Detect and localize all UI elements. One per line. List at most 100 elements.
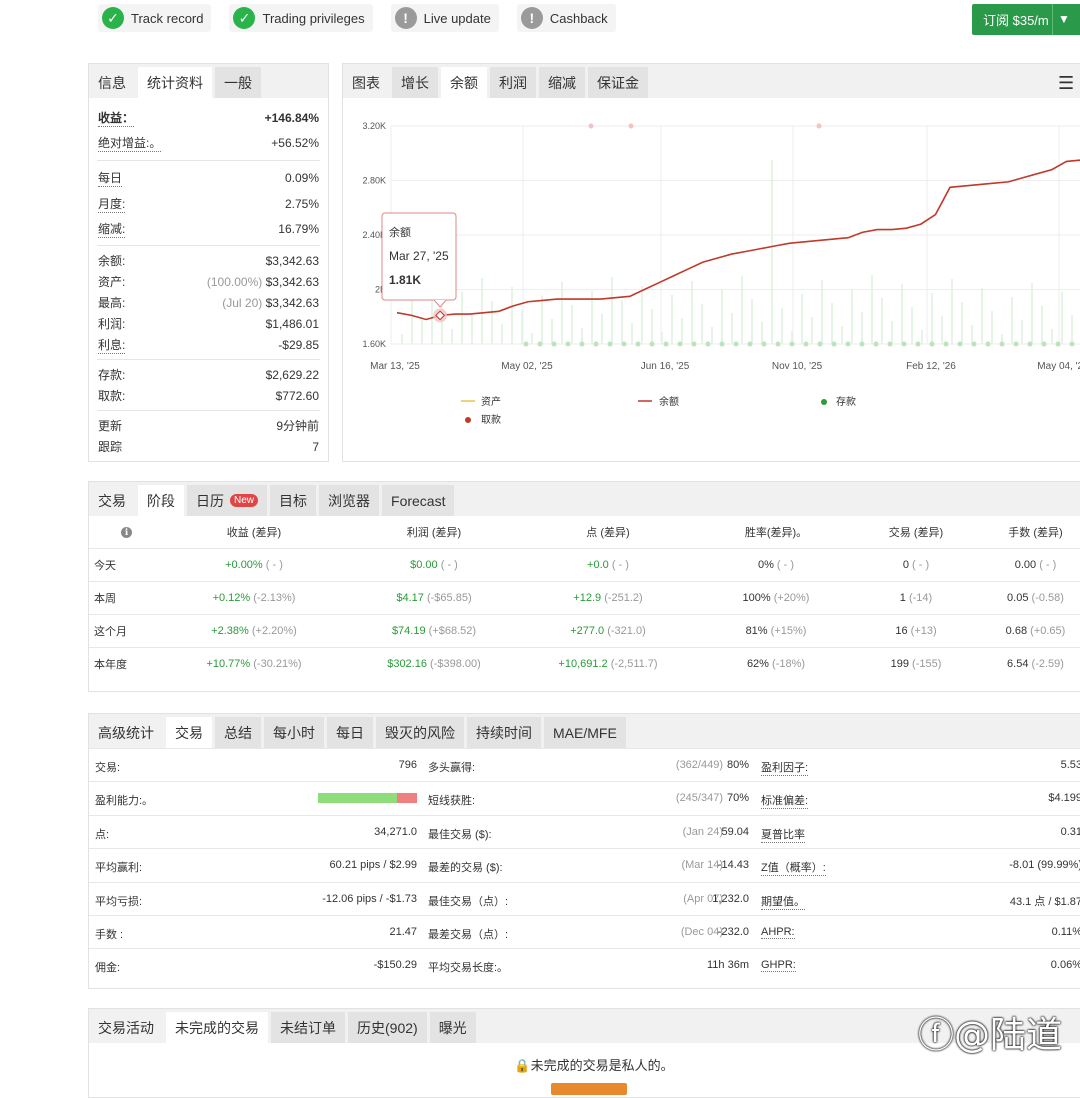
col-lots[interactable]: 手数 (差异) <box>972 516 1080 548</box>
deposit-bar <box>991 311 993 344</box>
deposit-point <box>971 341 977 347</box>
table-cell: +0.12% (-2.13%) <box>164 580 344 614</box>
deposit-bar <box>881 298 883 344</box>
value: 43.1 点 / $1.87 <box>1009 895 1080 908</box>
note: (Jul 20) <box>222 295 263 310</box>
balance-line <box>396 159 1080 321</box>
value: $4.199 <box>1048 792 1080 805</box>
col-profit[interactable]: 利润 (差异) <box>344 516 524 548</box>
tab-trades[interactable]: 交易 <box>166 717 212 748</box>
withdrawal-point <box>816 123 822 129</box>
tab-margin[interactable]: 保证金 <box>588 67 648 98</box>
tab-general[interactable]: 一般 <box>215 67 261 98</box>
tab-mae-mfe[interactable]: MAE/MFE <box>544 717 626 748</box>
tab-chart[interactable]: 图表 <box>343 67 389 98</box>
tab-open-orders[interactable]: 未结订单 <box>271 1012 345 1043</box>
value: $3,342.63 <box>265 295 319 310</box>
tab-drawdown[interactable]: 缩减 <box>539 67 585 98</box>
deposit-bar <box>661 332 663 344</box>
tab-duration[interactable]: 持续时间 <box>467 717 541 748</box>
table-cell: 0.00 ( - ) <box>972 547 1080 581</box>
tab-calendar[interactable]: 日历 New <box>187 485 268 516</box>
deposit-point <box>579 341 585 347</box>
deposit-bar <box>601 314 603 344</box>
tab-goals[interactable]: 目标 <box>270 485 317 516</box>
label: 多头赢得: <box>428 762 476 774</box>
col-pips[interactable]: 点 (差异) <box>524 516 692 548</box>
tab-balance[interactable]: 余额 <box>441 67 487 98</box>
x-tick-label: Feb 12, '26 <box>906 361 956 372</box>
divider <box>1052 4 1053 35</box>
tab-risk-of-ruin[interactable]: 毁灭的风险 <box>376 717 464 748</box>
x-tick-label: Mar 13, '25 <box>370 361 420 372</box>
table-cell: 100% (+20%) <box>692 580 860 614</box>
tab-hourly[interactable]: 每小时 <box>264 717 324 748</box>
deposit-bar <box>551 319 553 344</box>
deposit-point <box>733 341 739 347</box>
deposit-bar <box>811 317 813 344</box>
value: -$150.29 <box>373 959 417 972</box>
badge-live-update[interactable]: ! Live update <box>390 4 499 32</box>
new-badge: New <box>230 494 259 507</box>
label: 点: <box>95 828 110 841</box>
tab-advanced-stats[interactable]: 高级统计 <box>89 717 163 748</box>
stat-profit: 利润: $1,486.01 <box>89 313 328 334</box>
withdrawal-point <box>588 123 594 129</box>
deposit-bar <box>761 322 763 344</box>
value: $1,486.01 <box>265 316 319 331</box>
table-cell: +277.0 (-321.0) <box>524 613 692 647</box>
tab-open-trades[interactable]: 未完成的交易 <box>166 1012 268 1043</box>
stat-balance: 余额: $3,342.63 <box>89 250 328 271</box>
deposit-bar <box>751 299 753 344</box>
periods-panel: 交易 阶段 日历 New 目标 浏览器 Forecast ℹ 收益 (差异) 利润… <box>88 481 1080 692</box>
action-button[interactable] <box>551 1083 627 1095</box>
tab-trades[interactable]: 交易 <box>89 485 135 516</box>
tab-browser[interactable]: 浏览器 <box>319 485 380 516</box>
badge-track-record[interactable]: ✓ Track record <box>98 4 212 32</box>
tab-info[interactable]: 信息 <box>89 67 135 98</box>
badge-cashback[interactable]: ! Cashback <box>516 4 616 32</box>
value: 5.53 <box>1060 759 1080 771</box>
tab-periods[interactable]: 阶段 <box>138 485 184 516</box>
deposit-bar <box>561 282 563 344</box>
subscribe-button[interactable]: 订阅 $35/m ▼ <box>972 4 1080 35</box>
chevron-down-icon[interactable]: ▼ <box>1058 12 1070 26</box>
cell-value: +10,691.2 <box>558 657 608 670</box>
tooltip-title: 余额 <box>389 225 411 239</box>
tab-summary[interactable]: 总结 <box>215 717 261 748</box>
label: 盈利能力:。 <box>95 795 154 808</box>
info-icon[interactable]: ℹ <box>89 516 164 548</box>
tab-exposure[interactable]: 曝光 <box>429 1012 476 1043</box>
deposit-bar <box>891 321 893 344</box>
col-winrate[interactable]: 胜率(差异)。 <box>692 516 860 548</box>
deposit-bar <box>961 302 963 344</box>
deposit-bar <box>941 316 943 344</box>
cell-diff: ( - ) <box>265 558 283 571</box>
chart-settings-icon[interactable]: ☰ <box>1058 73 1074 94</box>
value: $3,342.63 <box>265 253 319 268</box>
tab-forecast[interactable]: Forecast <box>382 485 455 516</box>
deposit-bar <box>981 288 983 344</box>
value: 0.09% <box>284 171 319 185</box>
deposit-point <box>691 341 697 347</box>
col-trades[interactable]: 交易 (差异) <box>860 516 972 548</box>
tab-daily[interactable]: 每日 <box>327 717 373 748</box>
legend-deposit: 存款 <box>836 395 856 408</box>
col-gain[interactable]: 收益 (差异) <box>164 516 344 548</box>
tab-growth[interactable]: 增长 <box>392 67 438 98</box>
label: 标准偏差: <box>761 792 809 810</box>
tab-trading-activity[interactable]: 交易活动 <box>89 1012 163 1043</box>
deposit-bar <box>681 318 683 344</box>
badge-label: Cashback <box>549 10 608 26</box>
deposit-point <box>845 341 851 347</box>
deposit-bar <box>1061 292 1063 344</box>
table-row: 本年度 +10.77% (-30.21%) $302.16 (-$398.00) +1… <box>89 646 1080 680</box>
label: 短线获胜: <box>428 795 476 808</box>
tab-profit[interactable]: 利润 <box>490 67 536 98</box>
deposit-bar <box>471 315 473 344</box>
tab-statistics[interactable]: 统计资料 <box>138 67 212 98</box>
badge-trading-privileges[interactable]: ✓ Trading privileges <box>229 4 373 32</box>
advanced-tabs: 高级统计 交易 总结 每小时 每日 毁灭的风险 持续时间 MAE/MFE <box>89 714 1080 748</box>
tab-history[interactable]: 历史(902) <box>348 1012 427 1043</box>
stat-abs-gain: 绝对增益:。 +56.52% <box>89 132 328 153</box>
